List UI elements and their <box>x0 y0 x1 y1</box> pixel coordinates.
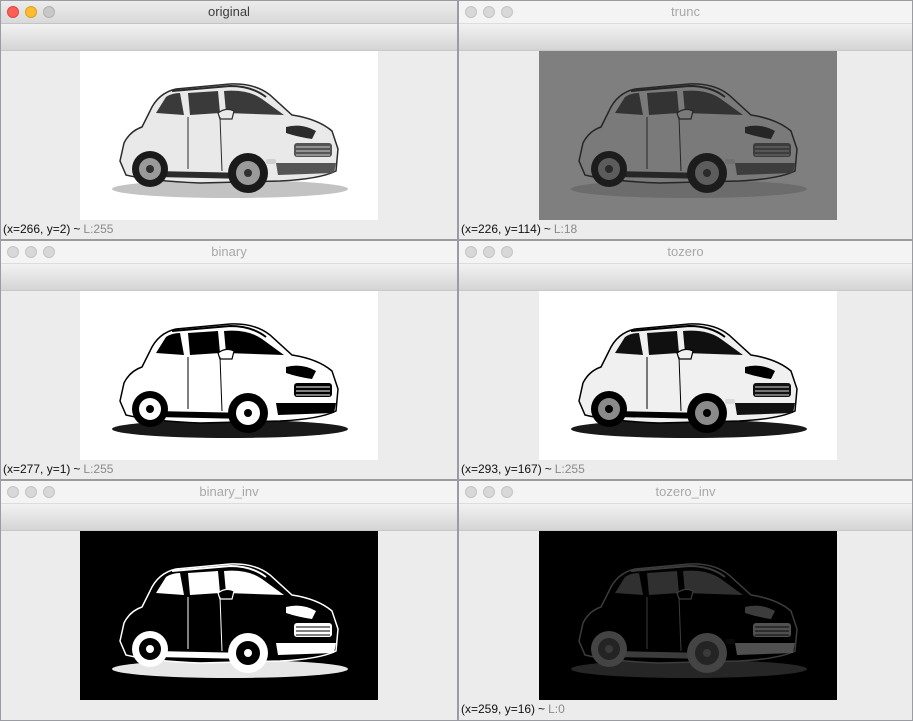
image-view[interactable] <box>539 51 837 220</box>
window-title: original <box>208 4 250 19</box>
window-original[interactable]: original (x=266, y=2) ~ L:255 <box>0 0 458 240</box>
titlebar[interactable]: original <box>1 1 457 24</box>
pixel-status: (x=277, y=1) ~ L:255 <box>3 462 113 476</box>
window-binary[interactable]: binary (x=277, y=1) ~ L:255 <box>0 240 458 480</box>
window-trunc[interactable]: trunc (x=226, y=114) ~ L:18 <box>458 0 913 240</box>
toolbar <box>1 24 457 51</box>
pixel-status: (x=259, y=16) ~ L:0 <box>461 702 565 716</box>
side-window-mid <box>647 571 679 595</box>
lower-bumper <box>735 163 795 175</box>
toolbar <box>1 504 457 531</box>
luminance-value: L:18 <box>553 222 578 236</box>
image-view[interactable] <box>539 531 837 700</box>
side-window-mid <box>188 91 220 115</box>
window-title: tozero_inv <box>655 484 716 499</box>
image-view[interactable] <box>80 51 378 220</box>
side-window-mid <box>647 91 679 115</box>
cursor-coordinates: (x=226, y=114) <box>461 222 541 236</box>
lower-bumper <box>276 403 336 415</box>
separator: ~ <box>544 462 552 476</box>
image-view[interactable] <box>80 531 378 700</box>
toolbar <box>459 24 912 51</box>
pixel-status <box>3 702 9 716</box>
titlebar[interactable]: tozero_inv <box>459 481 912 504</box>
separator: ~ <box>543 222 551 236</box>
titlebar[interactable]: binary_inv <box>1 481 457 504</box>
window-title: binary <box>211 244 247 259</box>
separator: ~ <box>538 702 546 716</box>
cursor-coordinates: (x=293, y=167) <box>461 462 542 476</box>
luminance-value: L:255 <box>83 462 114 476</box>
window-title: trunc <box>671 4 700 19</box>
cursor-coordinates: (x=259, y=16) <box>461 702 536 716</box>
side-window-mid <box>188 571 220 595</box>
lower-bumper <box>276 643 336 655</box>
window-title: binary_inv <box>199 484 259 499</box>
image-view[interactable] <box>80 291 378 460</box>
lower-bumper <box>735 643 795 655</box>
toolbar <box>459 504 912 531</box>
fog-light <box>266 639 276 644</box>
separator: ~ <box>73 222 81 236</box>
toolbar <box>459 264 912 291</box>
image-view[interactable] <box>539 291 837 460</box>
lower-bumper <box>276 163 336 175</box>
window-title: tozero <box>667 244 704 259</box>
luminance-value: L:0 <box>548 702 565 716</box>
titlebar[interactable]: trunc <box>459 1 912 24</box>
luminance-value: L:255 <box>83 222 114 236</box>
separator: ~ <box>73 462 81 476</box>
luminance-value: L:255 <box>554 462 585 476</box>
pixel-status: (x=293, y=167) ~ L:255 <box>461 462 585 476</box>
side-window-mid <box>188 331 220 355</box>
side-window-mid <box>647 331 679 355</box>
pixel-status: (x=266, y=2) ~ L:255 <box>3 222 113 236</box>
fog-light <box>725 639 735 644</box>
pixel-status: (x=226, y=114) ~ L:18 <box>461 222 577 236</box>
lower-bumper <box>735 403 795 415</box>
window-tozero[interactable]: tozero (x=293, y=167) ~ L:255 <box>458 240 913 480</box>
titlebar[interactable]: tozero <box>459 241 912 264</box>
window-tozero-inv[interactable]: tozero_inv (x=259, y=16) ~ L:0 <box>458 480 913 721</box>
cursor-coordinates: (x=277, y=1) <box>3 462 71 476</box>
cursor-coordinates: (x=266, y=2) <box>3 222 71 236</box>
fog-light <box>725 399 735 404</box>
titlebar[interactable]: binary <box>1 241 457 264</box>
fog-light <box>725 159 735 164</box>
window-binary-inv[interactable]: binary_inv <box>0 480 458 721</box>
toolbar <box>1 264 457 291</box>
fog-light <box>266 399 276 404</box>
fog-light <box>266 159 276 164</box>
